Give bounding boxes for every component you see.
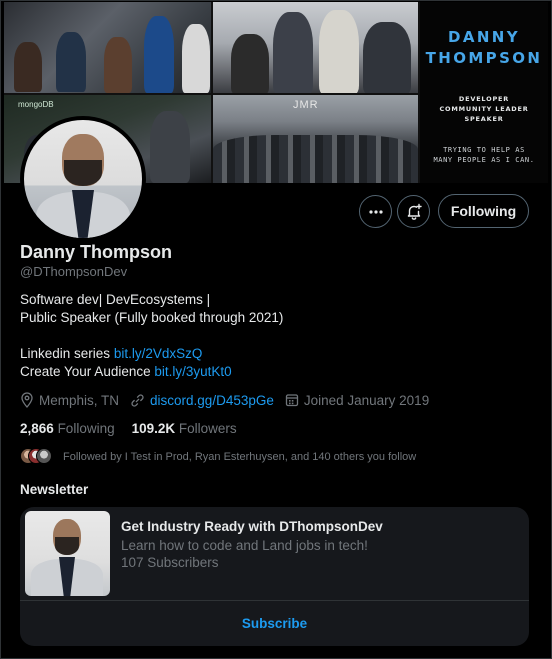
followers-count-link[interactable]: 109.2K Followers <box>132 421 237 436</box>
banner-photo-crowd: JMR <box>213 95 418 183</box>
banner-photo-workshop <box>4 2 211 93</box>
newsletter-subscribers: 107 Subscribers <box>121 555 219 570</box>
bio-audience-line: Create Your Audience bit.ly/3yutKt0 <box>20 363 520 381</box>
bio-spacer <box>20 327 520 345</box>
newsletter-thumbnail <box>25 511 110 596</box>
following-button[interactable]: Following <box>438 194 529 228</box>
banner-brand-panel: DANNY THOMPSON DEVELOPER COMMUNITY LEADE… <box>420 2 548 183</box>
banner-role: DEVELOPER COMMUNITY LEADER SPEAKER <box>439 95 529 123</box>
profile-name: Danny Thompson <box>20 242 172 262</box>
banner-brand-name: DANNY THOMPSON <box>425 28 543 67</box>
followed-by-avatars <box>20 448 56 466</box>
following-count-link[interactable]: 2,866 Following <box>20 421 115 436</box>
bio-linkedin-line: Linkedin series bit.ly/2VdxSzQ <box>20 345 520 363</box>
profile-avatar[interactable] <box>20 116 146 242</box>
newsletter-card[interactable]: Get Industry Ready with DThompsonDev Lea… <box>20 507 529 646</box>
bell-plus-icon <box>407 203 422 220</box>
audience-label: Create Your Audience <box>20 364 151 379</box>
linkedin-label: Linkedin series <box>20 346 111 361</box>
linkedin-link[interactable]: bit.ly/2VdxSzQ <box>114 346 203 361</box>
location: Memphis, TN <box>20 392 119 408</box>
bio-line: Public Speaker (Fully booked through 202… <box>20 310 284 325</box>
banner-photo-group <box>213 2 418 93</box>
photo-sign-text: mongoDB <box>18 100 54 109</box>
website: discord.gg/D453pGe <box>130 393 274 408</box>
joined-text: Joined January 2019 <box>303 392 430 408</box>
location-pin-icon <box>21 392 33 408</box>
location-text: Memphis, TN <box>39 392 120 408</box>
followed-by-text: Followed by I Test in Prod, Ryan Esterhu… <box>63 451 417 463</box>
link-icon <box>131 393 144 407</box>
subscribe-button[interactable]: Subscribe <box>20 601 529 646</box>
avatar <box>36 448 52 464</box>
profile-meta: Memphis, TN discord.gg/D453pGe Joined Ja… <box>20 391 440 409</box>
joined-date: Joined January 2019 <box>285 393 429 408</box>
following-label: Following <box>57 421 115 436</box>
profile-bio: Software dev| DevEcosystems | Public Spe… <box>20 291 520 381</box>
newsletter-description: Learn how to code and Land jobs in tech! <box>121 538 368 553</box>
following-count: 2,866 <box>20 421 54 436</box>
followers-count: 109.2K <box>131 421 176 436</box>
followers-label: Followers <box>178 421 237 436</box>
follow-counts: 2,866 Following 109.2K Followers <box>20 421 254 436</box>
website-link[interactable]: discord.gg/D453pGe <box>150 393 274 408</box>
calendar-icon <box>285 394 299 407</box>
photo-sign-text: JMR <box>293 99 319 111</box>
newsletter-title: Get Industry Ready with DThompsonDev <box>121 519 383 534</box>
audience-link[interactable]: bit.ly/3yutKt0 <box>154 364 231 379</box>
more-horizontal-icon <box>368 209 383 214</box>
banner-tagline: TRYING TO HELP AS MANY PEOPLE AS I CAN. <box>433 146 535 164</box>
notifications-button[interactable] <box>397 195 430 228</box>
followed-by[interactable]: Followed by I Test in Prod, Ryan Esterhu… <box>20 448 416 466</box>
more-options-button[interactable] <box>359 195 392 228</box>
bio-line: Software dev| DevEcosystems | <box>20 292 211 307</box>
profile-handle: @DThompsonDev <box>20 264 128 279</box>
newsletter-section-title: Newsletter <box>20 482 89 497</box>
